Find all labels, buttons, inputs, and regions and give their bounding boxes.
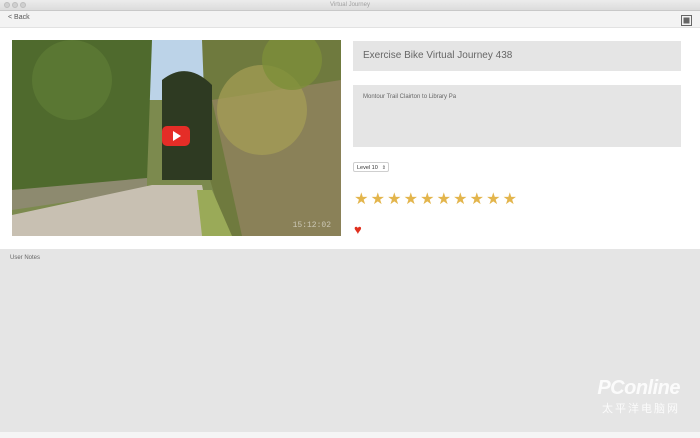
navigation-bar: < Back xyxy=(0,11,700,28)
back-button[interactable]: < Back xyxy=(8,14,30,21)
star-icon[interactable]: ★ xyxy=(353,192,370,208)
level-select[interactable]: Level 10 ⇕ xyxy=(353,162,389,172)
watermark-brand: PConline xyxy=(597,377,680,399)
star-icon[interactable]: ★ xyxy=(485,192,502,208)
star-icon[interactable]: ★ xyxy=(502,192,519,208)
bottom-bar xyxy=(0,432,700,438)
watermark-subtitle: 太平洋电脑网 xyxy=(602,403,680,415)
star-icon[interactable]: ★ xyxy=(436,192,453,208)
window-titlebar: Virtual Journey xyxy=(0,0,700,11)
rating-stars[interactable]: ★ ★ ★ ★ ★ ★ ★ ★ ★ ★ xyxy=(353,192,518,208)
journey-description: Montour Trail Clairton to Library Pa xyxy=(353,85,681,147)
journey-title: Exercise Bike Virtual Journey 438 xyxy=(353,41,681,71)
star-icon[interactable]: ★ xyxy=(403,192,420,208)
star-icon[interactable]: ★ xyxy=(419,192,436,208)
watermark: PConline 太平洋电脑网 xyxy=(597,377,680,416)
star-icon[interactable]: ★ xyxy=(452,192,469,208)
star-icon[interactable]: ★ xyxy=(386,192,403,208)
user-notes-label: User Notes xyxy=(10,255,41,261)
play-button[interactable] xyxy=(162,126,190,146)
window-title: Virtual Journey xyxy=(330,2,370,8)
journey-details-panel: 15:12:02 Exercise Bike Virtual Journey 4… xyxy=(0,28,700,249)
favorite-heart-icon[interactable]: ♥ xyxy=(354,223,362,236)
star-icon[interactable]: ★ xyxy=(469,192,486,208)
chevron-updown-icon: ⇕ xyxy=(381,165,386,171)
video-timestamp: 15:12:02 xyxy=(292,221,331,230)
user-notes-panel[interactable]: User Notes PConline 太平洋电脑网 xyxy=(0,249,700,438)
fullscreen-icon[interactable] xyxy=(681,13,692,26)
level-select-value: Level 10 xyxy=(357,165,378,171)
video-player[interactable]: 15:12:02 xyxy=(12,40,341,236)
star-icon[interactable]: ★ xyxy=(370,192,387,208)
